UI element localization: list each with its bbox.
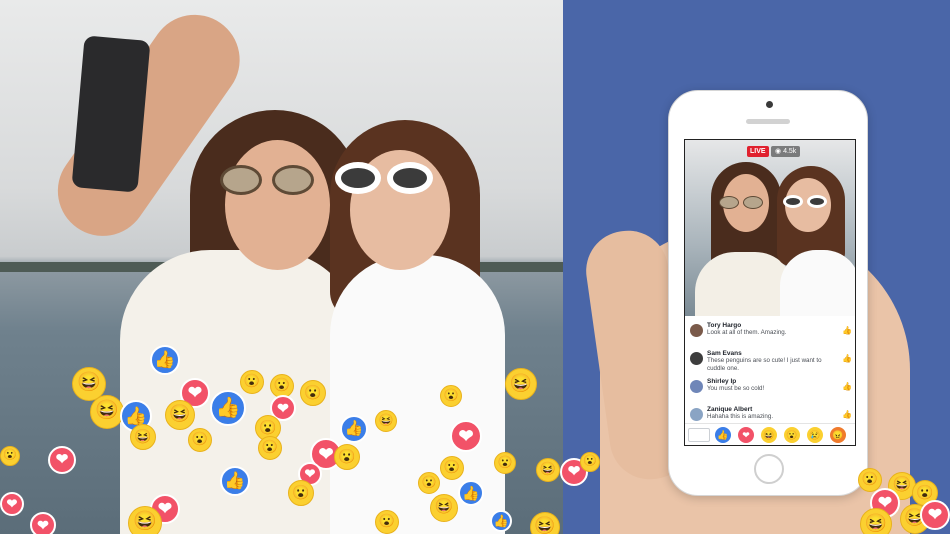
avatar [690,352,703,365]
heart-icon: ❤ [30,512,56,534]
comment-author: Tory Hargo [707,322,742,329]
comment-author: Sam Evans [707,350,742,357]
laughing-face-icon: 😆 [90,395,124,429]
thumbs-up-icon: 👍 [150,345,180,375]
surprised-face-icon: 😮 [300,380,326,406]
laughing-face-icon: 😆 [165,400,195,430]
heart-icon: ❤ [450,420,482,452]
surprised-face-icon: 😮 [334,444,360,470]
surprised-face-icon: 😮 [288,480,314,506]
surprised-face-icon: 😮 [494,452,516,474]
laughing-face-icon: 😆 [860,508,892,534]
surprised-face-icon: 😮 [258,436,282,460]
comment-input[interactable] [688,428,710,442]
thumbs-up-icon: 👍 [458,480,484,506]
surprised-face-icon: 😮 [418,472,440,494]
live-badge: LIVE [747,146,769,157]
viewer-count-badge: ◉ 4.5k [771,146,801,157]
surprised-face-icon: 😮 [440,385,462,407]
comment-text: Hahaha this is amazing. [707,413,774,420]
laughing-face-icon: 😆 [530,512,560,534]
laughing-face-icon: 😆 [430,494,458,522]
comment-text: These penguins are so cute! I just want … [707,357,822,372]
reaction-bar: 👍 ❤ 😆 😮 😢 😠 [685,423,855,445]
phone-speaker [746,119,790,124]
laughing-face-icon: 😆 [128,506,162,534]
avatar [690,408,703,421]
thumbs-up-outline-icon[interactable]: 👍 [842,326,852,335]
comment-author: Shirley Ip [707,378,737,385]
laughing-face-icon: 😆 [505,368,537,400]
comment-item: Tory Hargo Look at all of them. Amazing.… [685,318,855,342]
sunglasses-left [220,165,320,197]
phone-device: LIVE ◉ 4.5k Tory Hargo Look at all of th… [668,90,868,496]
comment-text: Look at all of them. Amazing. [707,329,787,336]
phone-camera [766,101,773,108]
comment-text: You must be so cold! [707,385,765,392]
surprised-face-icon: 😮 [240,370,264,394]
thumbs-up-icon[interactable]: 👍 [715,427,731,443]
thumbs-up-icon: 👍 [490,510,512,532]
avatar [690,324,703,337]
heart-icon: ❤ [48,446,76,474]
heart-icon: ❤ [0,492,24,516]
laughing-face-icon: 😆 [536,458,560,482]
sad-face-icon[interactable]: 😢 [807,427,823,443]
laughing-face-icon: 😆 [130,424,156,450]
laughing-face-icon: 😆 [375,410,397,432]
thumbs-up-outline-icon[interactable]: 👍 [842,382,852,391]
angry-face-icon[interactable]: 😠 [830,427,846,443]
thumbs-up-outline-icon[interactable]: 👍 [842,354,852,363]
selfie-photo [0,0,563,534]
surprised-face-icon: 😮 [0,446,20,466]
home-button[interactable] [754,454,784,484]
surprised-face-icon[interactable]: 😮 [784,427,800,443]
heart-icon: ❤ [920,500,950,530]
comment-list: Tory Hargo Look at all of them. Amazing.… [685,318,855,430]
surprised-face-icon: 😮 [188,428,212,452]
heart-icon[interactable]: ❤ [738,427,754,443]
comment-item: Shirley Ip You must be so cold! 👍 [685,374,855,398]
viewer-count: 4.5k [783,148,797,155]
selfie-phone [71,35,151,193]
surprised-face-icon: 😮 [440,456,464,480]
thumbs-up-outline-icon[interactable]: 👍 [842,410,852,419]
surprised-face-icon: 😮 [375,510,399,534]
thumbs-up-icon: 👍 [220,466,250,496]
avatar [690,380,703,393]
sunglasses-right [335,162,435,198]
comment-item: Sam Evans These penguins are so cute! I … [685,346,855,372]
eye-icon: ◉ [775,148,782,155]
live-video-screen: LIVE ◉ 4.5k Tory Hargo Look at all of th… [684,139,856,446]
woman-left-face [225,140,330,270]
thumbs-up-icon: 👍 [210,390,246,426]
comment-author: Zanique Albert [707,406,753,413]
live-video[interactable]: LIVE ◉ 4.5k [685,140,855,316]
laughing-face-icon[interactable]: 😆 [761,427,777,443]
surprised-face-icon: 😮 [580,452,600,472]
thumbs-up-icon: 👍 [340,415,368,443]
